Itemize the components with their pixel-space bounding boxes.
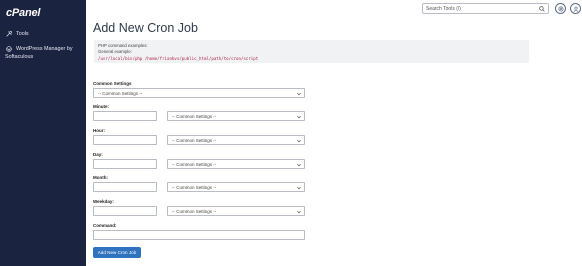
search-icon[interactable]	[539, 6, 545, 12]
minute-label: Minute:	[93, 104, 109, 109]
examples-general-label: General example:	[98, 49, 132, 54]
search-placeholder: Search Tools (/)	[426, 6, 461, 12]
sidebar: cPanel Tools WordPress Manager by Softac…	[0, 0, 86, 266]
chevron-down-icon	[297, 186, 301, 189]
weekday-select-value: -- Common Settings --	[172, 209, 217, 214]
wordpress-icon	[5, 45, 12, 52]
sidebar-item-sublabel: Softaculous	[5, 54, 34, 60]
search-input[interactable]: Search Tools (/)	[422, 3, 549, 14]
minute-input[interactable]	[93, 111, 157, 121]
chevron-down-icon	[297, 92, 301, 95]
minute-select[interactable]: -- Common Settings --	[167, 111, 305, 121]
hour-label: Hour:	[93, 128, 105, 133]
user-button[interactable]	[570, 3, 581, 14]
cpanel-logo[interactable]: cPanel	[6, 7, 40, 19]
sidebar-item-label: Tools	[16, 31, 29, 37]
examples-code: /usr/local/bin/php /home/frianbvs/public…	[98, 55, 259, 61]
examples-heading: PHP command examples:	[98, 43, 148, 48]
weekday-select[interactable]: -- Common Settings --	[167, 206, 305, 216]
help-button[interactable]	[555, 3, 566, 14]
chevron-down-icon	[297, 163, 301, 166]
month-input[interactable]	[93, 182, 157, 192]
page-title: Add New Cron Job	[93, 21, 198, 35]
weekday-label: Weekday:	[93, 199, 114, 204]
chevron-down-icon	[297, 210, 301, 213]
chevron-down-icon	[297, 139, 301, 142]
sidebar-item-tools[interactable]: Tools	[5, 30, 29, 38]
main-content: Add New Cron Job PHP command examples: G…	[86, 18, 582, 266]
command-input[interactable]	[93, 230, 305, 240]
month-select-value: -- Common Settings --	[172, 185, 217, 190]
month-label: Month:	[93, 175, 108, 180]
day-label: Day:	[93, 152, 103, 157]
hour-select[interactable]: -- Common Settings --	[167, 135, 305, 145]
minute-select-value: -- Common Settings --	[172, 114, 217, 119]
tools-icon	[5, 30, 12, 37]
month-select[interactable]: -- Common Settings --	[167, 182, 305, 192]
day-input[interactable]	[93, 159, 157, 169]
common-settings-select[interactable]: -- Common Settings --	[93, 88, 305, 98]
hour-select-value: -- Common Settings --	[172, 138, 217, 143]
php-examples-box: PHP command examples: General example: /…	[94, 40, 529, 63]
common-settings-value: -- Common Settings --	[98, 91, 143, 96]
chevron-down-icon	[297, 115, 301, 118]
command-label: Command:	[93, 223, 117, 228]
sidebar-item-wordpress-manager[interactable]: WordPress Manager by Softaculous	[5, 45, 73, 61]
common-settings-label: Common Settings	[93, 81, 132, 86]
hour-input[interactable]	[93, 135, 157, 145]
weekday-input[interactable]	[93, 206, 157, 216]
help-icon	[558, 6, 563, 11]
day-select[interactable]: -- Common Settings --	[167, 159, 305, 169]
sidebar-item-label: WordPress Manager by	[16, 46, 73, 52]
add-cron-job-button[interactable]: Add New Cron Job	[93, 247, 141, 258]
user-icon	[573, 6, 578, 12]
top-bar: Search Tools (/)	[86, 0, 582, 18]
day-select-value: -- Common Settings --	[172, 162, 217, 167]
